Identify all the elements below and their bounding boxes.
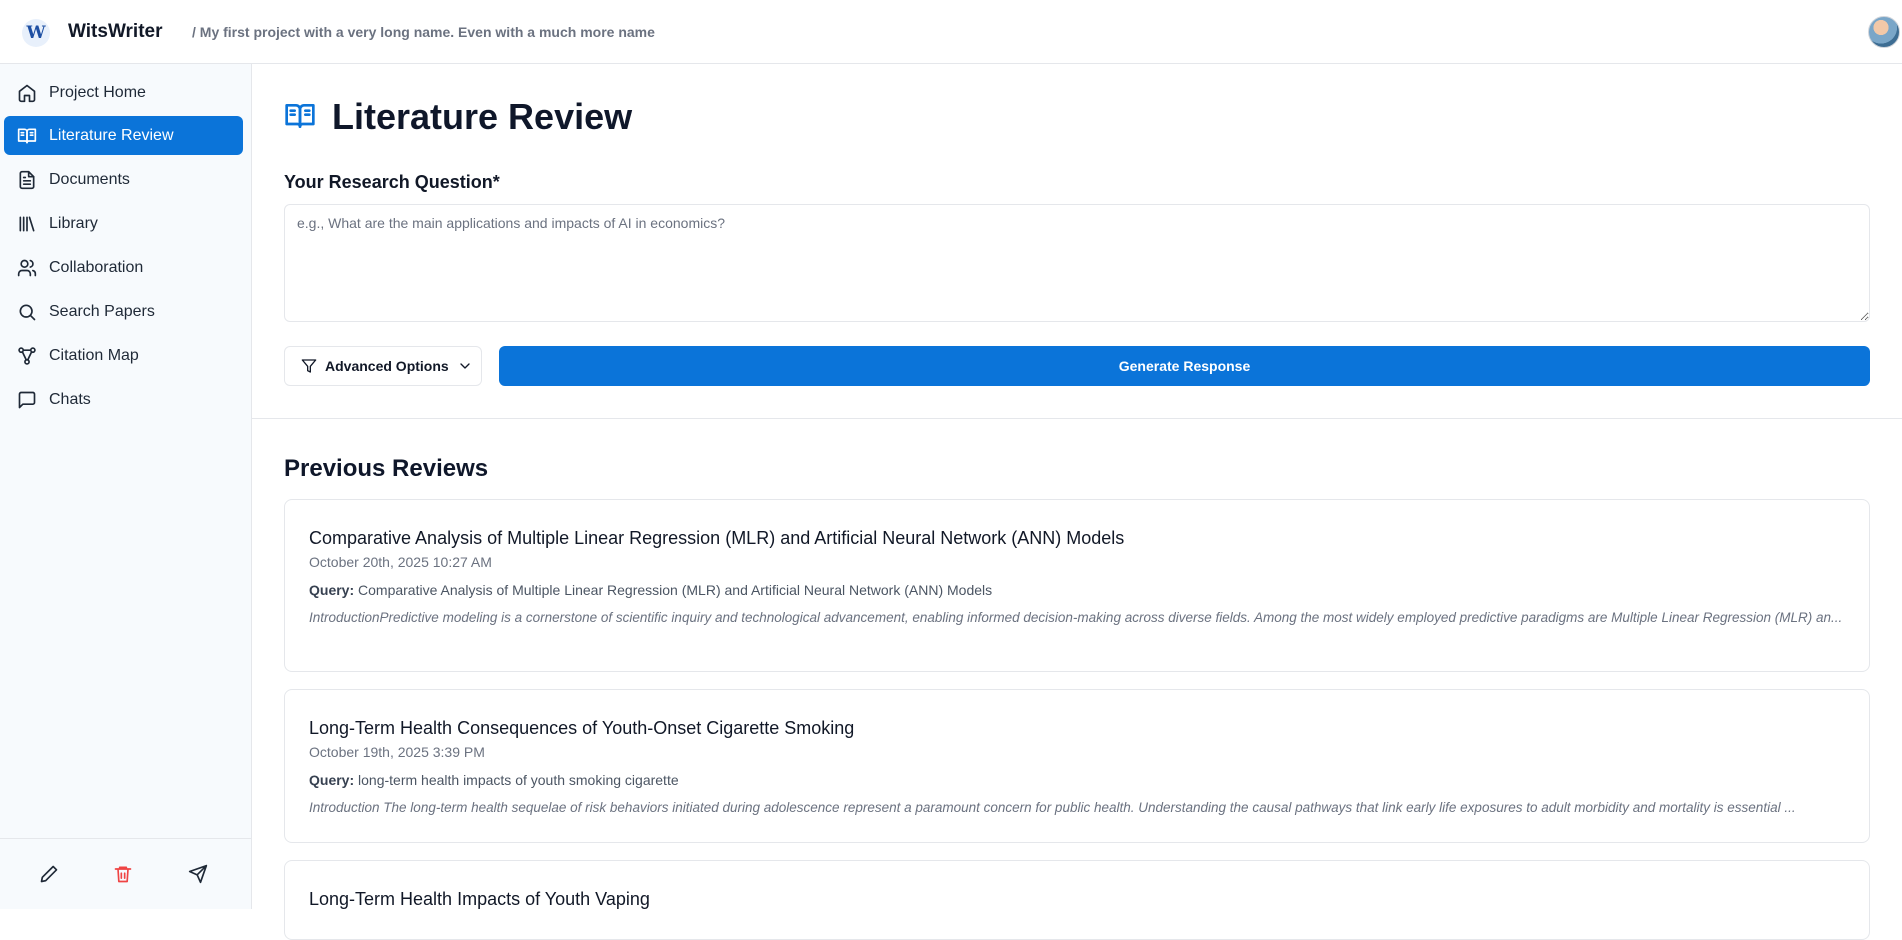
- network-icon: [18, 346, 36, 365]
- advanced-options-button[interactable]: Advanced Options: [284, 346, 482, 386]
- sidebar-item-literature-review[interactable]: Literature Review: [4, 116, 243, 155]
- review-card[interactable]: Long-Term Health Consequences of Youth-O…: [284, 689, 1870, 843]
- research-question-input[interactable]: [284, 204, 1870, 322]
- chevron-down-icon: [460, 363, 470, 369]
- review-card[interactable]: Comparative Analysis of Multiple Linear …: [284, 499, 1870, 672]
- sidebar-item-label: Chats: [49, 390, 91, 408]
- app-name[interactable]: WitsWriter: [68, 21, 163, 43]
- pencil-icon[interactable]: [39, 864, 59, 884]
- send-icon[interactable]: [188, 864, 208, 884]
- review-card[interactable]: Long-Term Health Impacts of Youth Vaping: [284, 860, 1870, 940]
- sidebar-item-project-home[interactable]: Project Home: [4, 73, 243, 112]
- sidebar: Project Home Literature Review Documents…: [0, 64, 252, 909]
- page-title: Literature Review: [332, 96, 633, 137]
- search-icon: [19, 304, 36, 320]
- sidebar-item-search-papers[interactable]: Search Papers: [4, 292, 243, 331]
- previous-reviews-title: Previous Reviews: [284, 455, 489, 482]
- query-text: long-term health impacts of youth smokin…: [358, 772, 679, 788]
- logo-letter: W: [26, 23, 46, 43]
- sidebar-item-chats[interactable]: Chats: [4, 380, 243, 419]
- sidebar-item-label: Project Home: [49, 83, 146, 101]
- sidebar-item-label: Search Papers: [49, 302, 155, 320]
- avatar[interactable]: [1868, 16, 1900, 48]
- app-logo[interactable]: W: [22, 19, 50, 47]
- library-icon: [19, 216, 35, 231]
- sidebar-item-library[interactable]: Library: [4, 204, 243, 243]
- query-prefix: Query:: [309, 772, 355, 788]
- book-open-icon: [285, 104, 315, 128]
- sidebar-item-citation-map[interactable]: Citation Map: [4, 336, 243, 375]
- filter-icon: [301, 359, 317, 373]
- query-prefix: Query:: [309, 582, 355, 598]
- review-query: Query: Comparative Analysis of Multiple …: [309, 582, 992, 598]
- query-text: Comparative Analysis of Multiple Linear …: [358, 582, 993, 598]
- research-question-label: Your Research Question*: [284, 172, 500, 192]
- review-excerpt: IntroductionPredictive modeling is a cor…: [309, 610, 1843, 625]
- review-excerpt: Introduction The long-term health sequel…: [309, 800, 1796, 815]
- sidebar-item-collaboration[interactable]: Collaboration: [4, 248, 243, 287]
- review-date: October 20th, 2025 10:27 AM: [309, 554, 492, 570]
- chat-icon: [18, 391, 36, 408]
- trash-icon[interactable]: [113, 864, 133, 884]
- divider: [252, 418, 1902, 419]
- top-bar: W WitsWriter / My first project with a v…: [0, 0, 1902, 64]
- breadcrumb[interactable]: / My first project with a very long name…: [192, 24, 655, 40]
- document-icon: [19, 170, 35, 189]
- sidebar-item-label: Documents: [49, 170, 130, 188]
- review-query: Query: long-term health impacts of youth…: [309, 772, 679, 788]
- sidebar-item-label: Library: [49, 214, 98, 232]
- review-title[interactable]: Long-Term Health Impacts of Youth Vaping: [309, 889, 650, 910]
- users-icon: [17, 259, 37, 276]
- sidebar-item-documents[interactable]: Documents: [4, 160, 243, 199]
- review-title[interactable]: Long-Term Health Consequences of Youth-O…: [309, 718, 854, 739]
- review-date: October 19th, 2025 3:39 PM: [309, 744, 485, 760]
- sidebar-item-label: Collaboration: [49, 258, 144, 276]
- sidebar-item-label: Literature Review: [49, 126, 174, 144]
- advanced-options-label: Advanced Options: [325, 358, 449, 374]
- generate-response-button[interactable]: Generate Response: [499, 346, 1870, 386]
- home-icon: [18, 84, 36, 102]
- book-open-icon: [17, 128, 37, 143]
- review-title[interactable]: Comparative Analysis of Multiple Linear …: [309, 528, 1124, 549]
- sidebar-footer: [0, 838, 251, 909]
- main-content: Literature Review Your Research Question…: [252, 64, 1902, 940]
- sidebar-item-label: Citation Map: [49, 346, 139, 364]
